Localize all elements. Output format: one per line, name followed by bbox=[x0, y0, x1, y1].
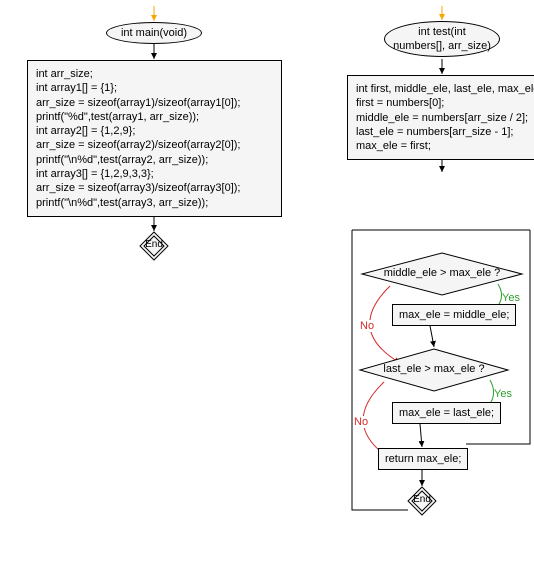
cond1-label: middle_ele > max_ele ? bbox=[374, 266, 510, 280]
assign2-box: max_ele = last_ele; bbox=[392, 402, 501, 424]
cond2-no-label: No bbox=[354, 416, 368, 428]
cond1-yes-label: Yes bbox=[502, 292, 520, 304]
test-start-label: int test(int numbers[], arr_size) bbox=[393, 25, 491, 54]
main-end-label: End bbox=[144, 239, 164, 250]
test-end: End bbox=[408, 487, 436, 515]
test-code-box: int first, middle_ele, last_ele, max_ele… bbox=[347, 75, 534, 160]
assign1-text: max_ele = middle_ele; bbox=[399, 308, 509, 322]
main-code-box: int arr_size; int array1[] = {1}; arr_si… bbox=[27, 60, 282, 217]
cond2-label: last_ele > max_ele ? bbox=[372, 362, 496, 376]
test-start-ellipse: int test(int numbers[], arr_size) bbox=[384, 21, 500, 57]
assign1-box: max_ele = middle_ele; bbox=[392, 304, 516, 326]
main-start-ellipse: int main(void) bbox=[106, 22, 202, 44]
test-end-label: End bbox=[412, 494, 432, 505]
flowchart-canvas: int main(void) int arr_size; int array1[… bbox=[0, 0, 534, 582]
return-box: return max_ele; bbox=[378, 448, 468, 470]
main-end: End bbox=[140, 232, 168, 260]
cond1-no-label: No bbox=[360, 320, 374, 332]
cond2-yes-label: Yes bbox=[494, 388, 512, 400]
return-text: return max_ele; bbox=[385, 452, 461, 466]
assign2-text: max_ele = last_ele; bbox=[399, 406, 494, 420]
main-start-label: int main(void) bbox=[121, 26, 187, 40]
